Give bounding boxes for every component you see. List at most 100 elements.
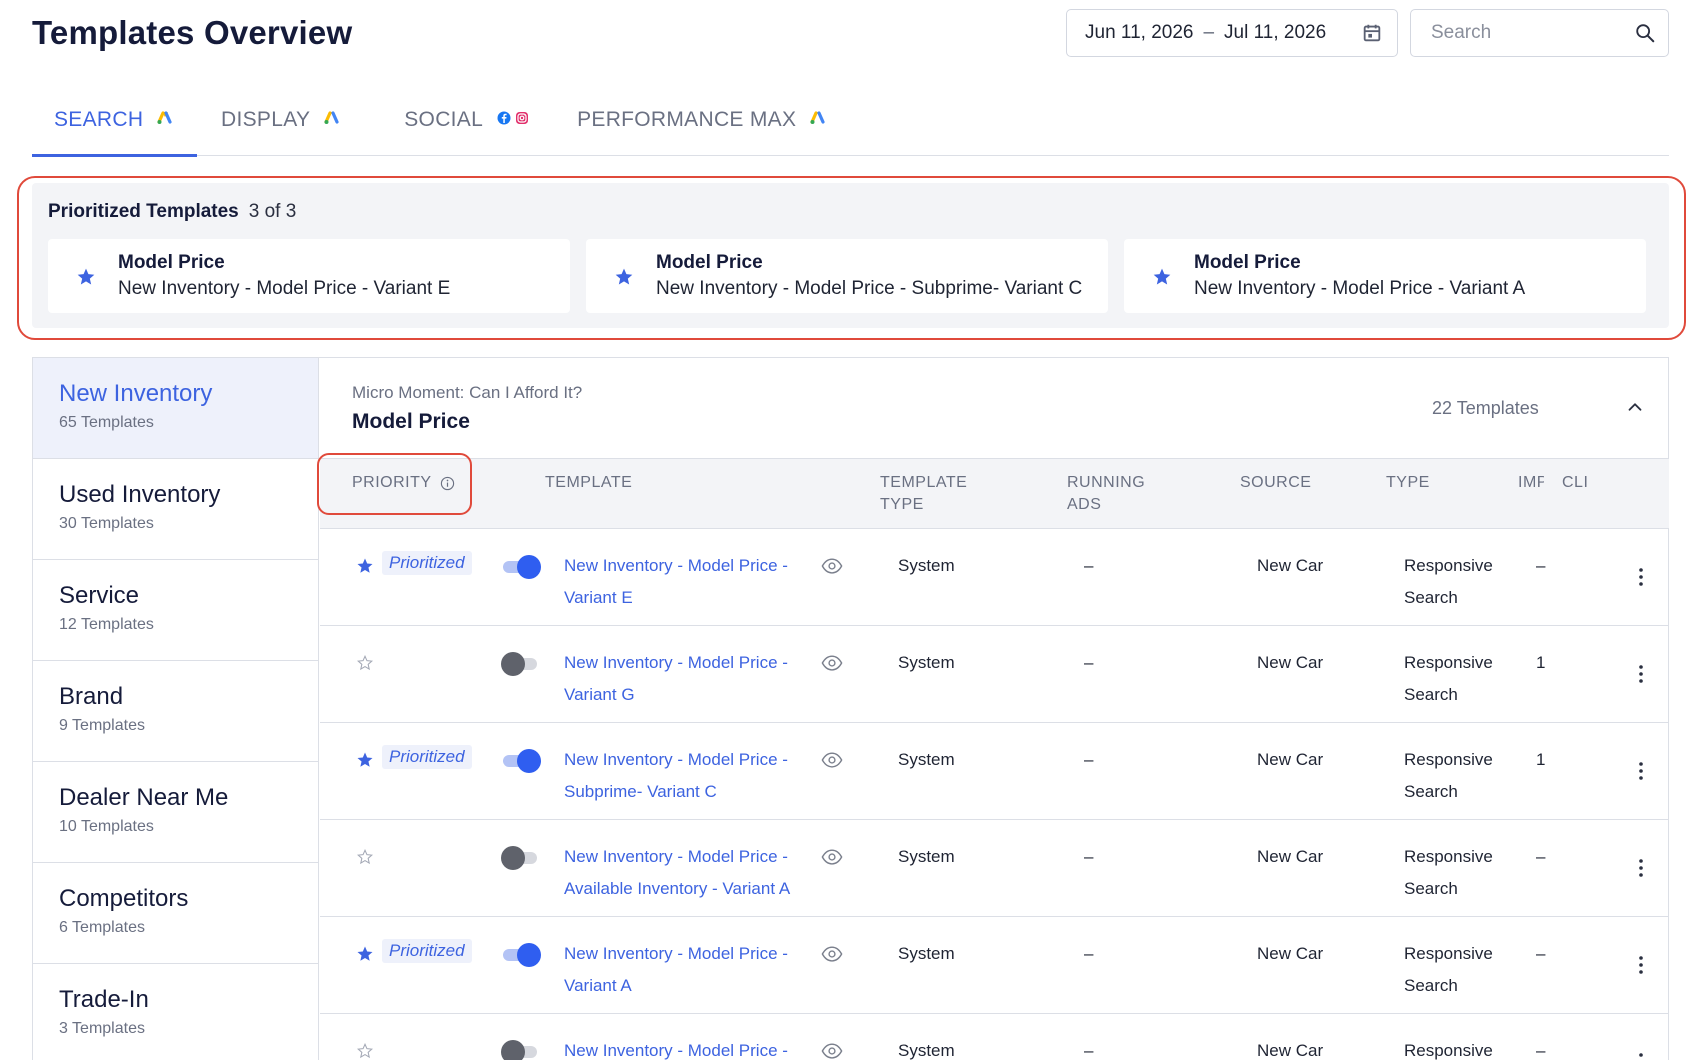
- more-options-icon[interactable]: [1638, 761, 1644, 781]
- tab-social[interactable]: SOCIAL: [404, 96, 529, 156]
- type-cell: Responsive Search: [1404, 653, 1493, 704]
- date-separator: –: [1203, 22, 1215, 43]
- enable-toggle[interactable]: [501, 941, 541, 967]
- template-type-cell: System: [898, 750, 955, 769]
- more-options-icon[interactable]: [1638, 567, 1644, 587]
- sidebar-item-count: 12 Templates: [59, 616, 154, 633]
- tab-display[interactable]: DISPLAY: [221, 96, 340, 156]
- enable-toggle[interactable]: [501, 650, 541, 676]
- sidebar-item-count: 6 Templates: [59, 919, 145, 936]
- sidebar-item-dealer-near-me[interactable]: Dealer Near Me 10 Templates: [33, 762, 318, 863]
- instagram-icon: [516, 112, 529, 124]
- star-filled-icon: [77, 268, 95, 285]
- star-outline-icon[interactable]: [356, 848, 374, 866]
- source-cell: New Car: [1257, 847, 1324, 866]
- sidebar-item-service[interactable]: Service 12 Templates: [33, 560, 318, 661]
- column-header-source[interactable]: SOURCE: [1240, 472, 1311, 494]
- template-group-name: Model Price: [352, 410, 470, 433]
- tab-performance-max[interactable]: PERFORMANCE MAX: [577, 96, 826, 156]
- prioritized-card[interactable]: Model Price New Inventory - Model Price …: [1124, 239, 1646, 313]
- column-header-running-ads[interactable]: RUNNING ADS: [1067, 472, 1167, 516]
- enable-toggle[interactable]: [501, 747, 541, 773]
- search-icon[interactable]: [1634, 22, 1656, 44]
- template-name-link[interactable]: New Inventory - Model Price -: [564, 1035, 794, 1060]
- sidebar-item-competitors[interactable]: Competitors 6 Templates: [33, 863, 318, 964]
- star-outline-icon[interactable]: [356, 1042, 374, 1060]
- more-options-icon[interactable]: [1638, 858, 1644, 878]
- enable-toggle[interactable]: [501, 1038, 541, 1060]
- type-cell: Responsive Search: [1404, 944, 1493, 995]
- search-input[interactable]: [1431, 22, 1621, 44]
- sidebar-item-label: Dealer Near Me: [59, 784, 229, 811]
- prioritized-card-group: Model Price: [1194, 252, 1301, 273]
- template-group-content: Micro Moment: Can I Afford It? Model Pri…: [320, 358, 1669, 1060]
- sidebar-item-brand[interactable]: Brand 9 Templates: [33, 661, 318, 762]
- table-row: New Inventory - Model Price - Variant G S…: [320, 626, 1669, 723]
- eye-icon[interactable]: [821, 654, 843, 672]
- sidebar-item-new-inventory[interactable]: New Inventory 65 Templates: [33, 358, 318, 459]
- sidebar-item-count: 30 Templates: [59, 515, 154, 532]
- date-start: Jun 11, 2026: [1085, 22, 1194, 43]
- star-filled-icon[interactable]: [356, 557, 374, 575]
- tab-search[interactable]: SEARCH: [32, 96, 197, 157]
- prioritized-card-group: Model Price: [656, 252, 763, 273]
- column-header-impressions[interactable]: IMPRESSIONS: [1518, 472, 1544, 494]
- star-filled-icon[interactable]: [356, 945, 374, 963]
- enable-toggle[interactable]: [501, 844, 541, 870]
- calendar-icon[interactable]: [1361, 22, 1383, 44]
- type-cell: Responsive Search: [1404, 556, 1493, 607]
- enable-toggle[interactable]: [501, 553, 541, 579]
- type-cell: Responsive Search: [1404, 750, 1493, 801]
- column-header-template[interactable]: TEMPLATE: [545, 472, 632, 494]
- search-box[interactable]: [1410, 9, 1669, 57]
- prioritized-card[interactable]: Model Price New Inventory - Model Price …: [586, 239, 1108, 313]
- table-row: Prioritized New Inventory - Model Price -…: [320, 529, 1669, 626]
- date-range-picker[interactable]: Jun 11, 2026 – Jul 11, 2026: [1066, 9, 1398, 57]
- source-cell: New Car: [1257, 556, 1324, 575]
- eye-icon[interactable]: [821, 751, 843, 769]
- impressions-cell: –: [1536, 847, 1546, 866]
- more-options-icon[interactable]: [1638, 955, 1644, 975]
- template-name-link[interactable]: New Inventory - Model Price - Available …: [564, 841, 794, 905]
- column-header-priority[interactable]: PRIORITY: [352, 472, 455, 494]
- eye-icon[interactable]: [821, 557, 843, 575]
- chevron-up-icon[interactable]: [1624, 396, 1646, 418]
- column-header-template-type[interactable]: TEMPLATE TYPE: [880, 472, 1000, 516]
- eye-icon[interactable]: [821, 945, 843, 963]
- sidebar-item-used-inventory[interactable]: Used Inventory 30 Templates: [33, 459, 318, 560]
- sidebar-item-label: Used Inventory: [59, 481, 221, 508]
- more-options-icon[interactable]: [1638, 664, 1644, 684]
- eye-icon[interactable]: [821, 848, 843, 866]
- template-name-link[interactable]: New Inventory - Model Price - Variant E: [564, 550, 794, 614]
- source-cell: New Car: [1257, 944, 1324, 963]
- info-icon[interactable]: [440, 476, 455, 491]
- template-name-link[interactable]: New Inventory - Model Price - Subprime- …: [564, 744, 794, 808]
- more-options-icon[interactable]: [1638, 1052, 1644, 1060]
- star-filled-icon[interactable]: [356, 751, 374, 769]
- category-sidebar: New Inventory 65 Templates Used Inventor…: [33, 358, 319, 1060]
- template-name-link[interactable]: New Inventory - Model Price - Variant A: [564, 938, 794, 1002]
- prioritized-card-template: New Inventory - Model Price - Variant E: [118, 278, 451, 299]
- facebook-icon: [497, 111, 511, 125]
- sidebar-item-trade-in[interactable]: Trade-In 3 Templates: [33, 964, 318, 1060]
- running-ads-cell: –: [1084, 847, 1094, 866]
- source-cell: New Car: [1257, 653, 1324, 672]
- table-row: New Inventory - Model Price - Available …: [320, 820, 1669, 917]
- column-header-clicks[interactable]: CLICKS: [1562, 472, 1588, 494]
- prioritized-card[interactable]: Model Price New Inventory - Model Price …: [48, 239, 570, 313]
- date-end: Jul 11, 2026: [1224, 22, 1327, 43]
- prioritized-badge: Prioritized: [382, 745, 472, 769]
- channel-tabs: SEARCH DISPLAY SOCIAL PERFORMANCE MAX: [32, 96, 1669, 157]
- star-outline-icon[interactable]: [356, 654, 374, 672]
- template-type-cell: System: [898, 847, 955, 866]
- type-cell: Responsive Search: [1404, 847, 1493, 898]
- google-ads-icon: [810, 111, 825, 124]
- template-name-link[interactable]: New Inventory - Model Price - Variant G: [564, 647, 794, 711]
- impressions-cell: –: [1536, 556, 1546, 575]
- page-title: Templates Overview: [32, 14, 353, 51]
- column-header-type[interactable]: TYPE: [1386, 472, 1430, 494]
- eye-icon[interactable]: [821, 1042, 843, 1060]
- impressions-cell: –: [1536, 1041, 1546, 1060]
- template-type-cell: System: [898, 653, 955, 672]
- source-cell: New Car: [1257, 1041, 1324, 1060]
